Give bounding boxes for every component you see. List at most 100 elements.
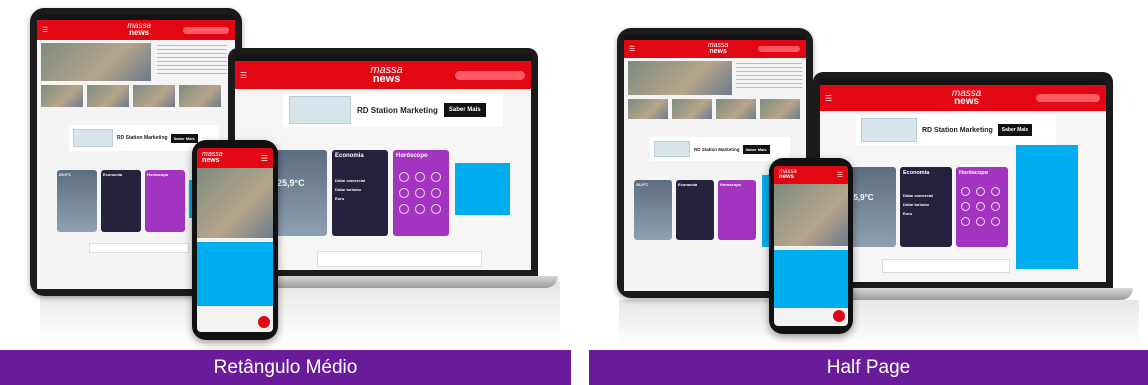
phone-screen: massa news ☰ — [197, 148, 273, 332]
zodiac-icon[interactable] — [961, 202, 970, 211]
plus-icon[interactable] — [833, 310, 845, 322]
zodiac-icon[interactable] — [976, 187, 985, 196]
weather-widget[interactable]: 25,9°C — [57, 170, 97, 232]
horoscope-widget[interactable]: Horóscopo — [718, 180, 756, 240]
leaderboard-ad[interactable] — [317, 251, 482, 267]
ad-thumbnail — [289, 96, 351, 124]
lead-story-image[interactable] — [628, 61, 732, 95]
menu-icon[interactable]: ☰ — [240, 71, 247, 80]
horoscope-widget[interactable]: Horóscopo — [956, 167, 1008, 247]
headline-list — [157, 45, 227, 75]
ad-cta-button[interactable]: Saber Mais — [443, 103, 486, 117]
ad-cta-button[interactable]: Saber Mais — [170, 133, 198, 143]
menu-icon[interactable]: ☰ — [837, 171, 843, 179]
laptop-screen: ☰ massa news RD Station Marketing Saber … — [820, 79, 1106, 282]
economy-widget[interactable]: Economia Dólar comercial Dólar turismo E… — [332, 150, 388, 236]
site-logo[interactable]: massa news — [127, 22, 151, 37]
mockup-stage: ☰ massa news RD Station Marketing Saber — [0, 0, 1148, 385]
ad-thumbnail — [654, 141, 690, 157]
search-input[interactable] — [455, 71, 525, 80]
leaderboard-ad[interactable] — [89, 243, 189, 253]
ad-banner[interactable]: RD Station Marketing Saber Mais — [283, 93, 503, 127]
laptop-device: ☰ massa news RD Station Marketing Saber … — [813, 72, 1113, 288]
ad-banner[interactable]: RD Station Marketing Saber Mais — [856, 115, 1056, 145]
headline-list — [736, 63, 802, 91]
caption-bar: Half Page — [589, 350, 1148, 385]
floor-reflection — [619, 300, 1139, 345]
ad-thumbnail — [861, 118, 917, 142]
zodiac-icon[interactable] — [399, 188, 409, 198]
zodiac-icon[interactable] — [991, 217, 1000, 226]
zodiac-icon[interactable] — [976, 202, 985, 211]
plus-icon[interactable] — [258, 316, 270, 328]
ad-thumbnail — [73, 129, 113, 147]
half-page-ad[interactable] — [774, 250, 848, 308]
lead-story-image[interactable] — [197, 168, 273, 238]
menu-icon[interactable]: ☰ — [629, 45, 635, 53]
caption-text: Retângulo Médio — [213, 356, 358, 378]
search-input[interactable] — [1036, 94, 1100, 102]
medium-rectangle-ad[interactable] — [197, 242, 273, 306]
caption-text: Half Page — [826, 356, 911, 378]
zodiac-icon[interactable] — [431, 204, 441, 214]
menu-icon[interactable]: ☰ — [825, 94, 832, 103]
zodiac-icon[interactable] — [431, 172, 441, 182]
leaderboard-ad[interactable] — [882, 259, 1010, 273]
medium-rectangle-ad[interactable] — [455, 163, 510, 215]
site-logo[interactable]: massa news — [779, 169, 797, 180]
menu-icon[interactable]: ☰ — [42, 26, 48, 34]
weather-widget[interactable]: 25,9°C — [634, 180, 672, 240]
story-thumb[interactable] — [87, 85, 129, 107]
panel-retangulo-medio: ☰ massa news RD Station Marketing Saber — [0, 0, 571, 385]
menu-icon[interactable]: ☰ — [261, 154, 268, 163]
site-logo[interactable]: massa news — [370, 64, 402, 85]
zodiac-icon[interactable] — [961, 187, 970, 196]
zodiac-icon[interactable] — [415, 172, 425, 182]
site-logo[interactable]: massa news — [952, 88, 981, 106]
ad-cta-button[interactable]: Saber Mais — [997, 124, 1033, 136]
ad-cta-button[interactable]: Saber Mais — [742, 144, 770, 154]
site-header: ☰ massa news — [235, 61, 531, 89]
site-header: ☰ massa news — [820, 85, 1106, 111]
story-thumb[interactable] — [179, 85, 221, 107]
phone-screen: massa news ☰ — [774, 166, 848, 326]
story-thumb[interactable] — [760, 99, 800, 119]
search-input[interactable] — [183, 27, 229, 34]
weather-widget[interactable]: 25,9°C — [271, 150, 327, 236]
panel-half-page: ☰ massa news RD Station Marketing Saber — [589, 0, 1148, 385]
site-header: ☰ massa news — [624, 40, 806, 58]
phone-device: massa news ☰ — [769, 158, 853, 334]
economy-widget[interactable]: Economia — [676, 180, 714, 240]
story-thumb[interactable] — [133, 85, 175, 107]
ad-banner[interactable]: RD Station Marketing Saber Mais — [650, 137, 790, 161]
site-logo[interactable]: massa news — [708, 42, 729, 55]
caption-bar: Retângulo Médio — [0, 350, 571, 385]
story-thumb[interactable] — [672, 99, 712, 119]
zodiac-icon[interactable] — [961, 217, 970, 226]
zodiac-icon[interactable] — [991, 187, 1000, 196]
story-thumb[interactable] — [628, 99, 668, 119]
site-header: massa news ☰ — [197, 148, 273, 168]
story-thumb[interactable] — [41, 85, 83, 107]
story-thumb[interactable] — [716, 99, 756, 119]
lead-story-image[interactable] — [41, 43, 151, 81]
zodiac-icon[interactable] — [415, 188, 425, 198]
site-header: ☰ massa news — [37, 20, 235, 40]
half-page-ad[interactable] — [1016, 145, 1078, 269]
economy-widget[interactable]: Economia Dólar comercial Dólar turismo E… — [900, 167, 952, 247]
lead-story-image[interactable] — [774, 184, 848, 246]
zodiac-icon[interactable] — [399, 204, 409, 214]
site-logo[interactable]: massa news — [202, 151, 223, 164]
zodiac-icon[interactable] — [991, 202, 1000, 211]
horoscope-widget[interactable]: Horóscopo — [393, 150, 449, 236]
search-input[interactable] — [758, 46, 800, 52]
zodiac-icon[interactable] — [976, 217, 985, 226]
zodiac-icon[interactable] — [399, 172, 409, 182]
site-header: massa news ☰ — [774, 166, 848, 184]
laptop-screen: ☰ massa news RD Station Marketing Saber … — [235, 55, 531, 270]
zodiac-icon[interactable] — [415, 204, 425, 214]
economy-widget[interactable]: Economia — [101, 170, 141, 232]
phone-device: massa news ☰ — [192, 140, 278, 340]
horoscope-widget[interactable]: Horóscopo — [145, 170, 185, 232]
zodiac-icon[interactable] — [431, 188, 441, 198]
